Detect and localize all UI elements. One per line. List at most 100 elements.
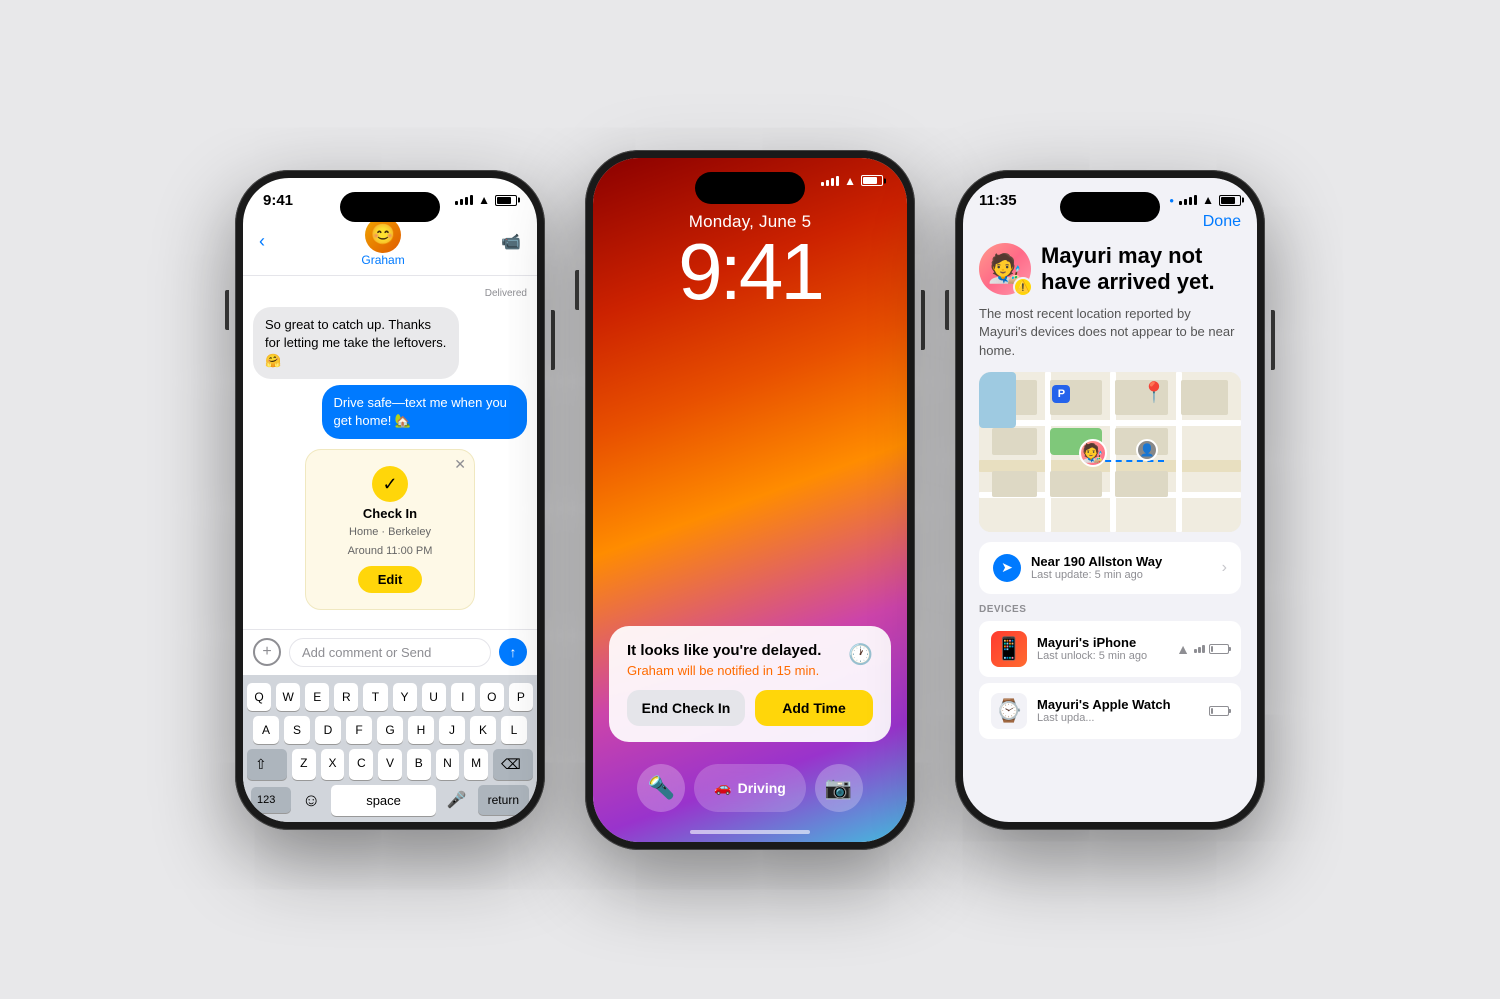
fm-bar-1 (1179, 201, 1182, 205)
add-time-button[interactable]: Add Time (755, 690, 873, 726)
notif-clock-icon: 🕐 (848, 642, 873, 667)
key-v[interactable]: V (378, 749, 402, 780)
map-block-9 (1115, 471, 1167, 497)
notification-card: 🕐 It looks like you're delayed. Graham w… (609, 626, 891, 742)
phones-container: 9:41 ▲ (235, 150, 1265, 850)
dynamic-island-1 (340, 192, 440, 222)
mic-key[interactable]: 🎤 (441, 786, 473, 814)
key-g[interactable]: G (377, 716, 403, 744)
key-b[interactable]: B (407, 749, 431, 780)
key-z[interactable]: Z (292, 749, 316, 780)
message-header: ‹ 😊 Graham 📹 (243, 213, 537, 276)
location-row[interactable]: ➤ Near 190 Allston Way Last update: 5 mi… (979, 542, 1241, 594)
findmy-screen: 11:35 ● ▲ (963, 178, 1257, 822)
key-q[interactable]: Q (247, 683, 271, 711)
key-n[interactable]: N (436, 749, 460, 780)
findmy-dot-icon: ● (1169, 196, 1174, 205)
space-key[interactable]: space (331, 785, 435, 816)
message-input[interactable]: Add comment or Send (289, 638, 491, 667)
key-r[interactable]: R (334, 683, 358, 711)
key-m[interactable]: M (464, 749, 488, 780)
bar-3 (465, 197, 468, 205)
keyboard-row-1: Q W E R T Y U I O P (247, 683, 533, 711)
findmy-header: 🧑‍🎨 ⚠️ Mayuri may not have arrived yet. … (963, 235, 1257, 372)
iphone-status: ▲ (1176, 641, 1229, 657)
key-a[interactable]: A (253, 716, 279, 744)
bar-1 (455, 201, 458, 205)
send-button[interactable]: ↑ (499, 638, 527, 666)
key-h[interactable]: H (408, 716, 434, 744)
key-f[interactable]: F (346, 716, 372, 744)
key-u[interactable]: U (422, 683, 446, 711)
add-attachment-button[interactable]: + (253, 638, 281, 666)
map-grid: P 🧑‍🎨 📍 👤 (979, 372, 1241, 532)
key-x[interactable]: X (321, 749, 345, 780)
key-i[interactable]: I (451, 683, 475, 711)
key-l[interactable]: L (501, 716, 527, 744)
key-k[interactable]: K (470, 716, 496, 744)
shift-key[interactable]: ⇧ (247, 749, 287, 780)
key-j[interactable]: J (439, 716, 465, 744)
watch-status (1209, 706, 1229, 716)
lock-battery-fill (863, 177, 877, 184)
map-block-4 (1181, 380, 1228, 415)
dynamic-island-3 (1060, 192, 1160, 222)
contact-avatar: 😊 (365, 217, 401, 253)
numbers-key[interactable]: 123 (251, 787, 291, 813)
lock-time: 9:41 (678, 232, 822, 312)
contact-name[interactable]: Graham (361, 253, 404, 267)
map-block-8 (1050, 471, 1102, 497)
checkin-edit-button[interactable]: Edit (358, 566, 423, 593)
l-bar-3 (831, 178, 834, 186)
checkin-close-icon[interactable]: ✕ (454, 456, 466, 473)
iphone-icon: 📱 (991, 631, 1027, 667)
watch-info: Mayuri's Apple Watch Last upda... (1037, 697, 1199, 724)
end-checkin-button[interactable]: End Check In (627, 690, 745, 726)
key-y[interactable]: Y (393, 683, 417, 711)
key-s[interactable]: S (284, 716, 310, 744)
keyboard: Q W E R T Y U I O P A S D (243, 675, 537, 822)
phone-1: 9:41 ▲ (235, 170, 545, 830)
dynamic-island-2 (695, 172, 805, 204)
l-bar-1 (821, 182, 824, 186)
key-e[interactable]: E (305, 683, 329, 711)
battery-icon-1 (495, 195, 517, 206)
back-button[interactable]: ‹ (259, 231, 265, 252)
fm-bar-4 (1194, 195, 1197, 205)
findmy-title: Mayuri may not have arrived yet. (1041, 243, 1241, 296)
key-p[interactable]: P (509, 683, 533, 711)
devices-section: DEVICES 📱 Mayuri's iPhone Last unlock: 5… (963, 604, 1257, 745)
key-o[interactable]: O (480, 683, 504, 711)
camera-button[interactable]: 📷 (815, 764, 863, 812)
fm-bar-2 (1184, 199, 1187, 205)
key-w[interactable]: W (276, 683, 300, 711)
video-call-button[interactable]: 📹 (501, 232, 521, 252)
lock-dock: 🔦 🚗 Driving 📷 (593, 764, 907, 812)
findmy-subtitle: The most recent location reported by May… (979, 305, 1241, 360)
done-button[interactable]: Done (1203, 213, 1241, 231)
watch-battery (1209, 706, 1229, 716)
delete-key[interactable]: ⌫ (493, 749, 533, 780)
location-info: Near 190 Allston Way Last update: 5 min … (1031, 554, 1212, 581)
key-t[interactable]: T (363, 683, 387, 711)
driving-mode-button[interactable]: 🚗 Driving (694, 764, 806, 812)
iphone-signal (1194, 645, 1205, 653)
lock-status-icons: ▲ (821, 174, 883, 188)
bar-2 (460, 199, 463, 205)
parking-icon: P (1052, 385, 1070, 403)
findmy-map[interactable]: P 🧑‍🎨 📍 👤 (979, 372, 1241, 532)
iphone-device-row: 📱 Mayuri's iPhone Last unlock: 5 min ago… (979, 621, 1241, 677)
keyboard-bottom-row: 123 ☺ space 🎤 return (247, 785, 533, 818)
messages-body: Delivered So great to catch up. Thanks f… (243, 276, 537, 629)
key-c[interactable]: C (349, 749, 373, 780)
battery-fill-1 (497, 197, 511, 204)
lock-time-area: Monday, June 5 9:41 (593, 192, 907, 312)
return-key[interactable]: return (478, 785, 529, 815)
lock-screen: ▲ Monday, June 5 9:41 🕐 It looks like yo… (593, 158, 907, 842)
s-bar-2 (1198, 647, 1201, 653)
keyboard-row-2: A S D F G H J K L (247, 716, 533, 744)
flashlight-button[interactable]: 🔦 (637, 764, 685, 812)
fm-bar-3 (1189, 197, 1192, 205)
emoji-key[interactable]: ☺ (296, 786, 326, 815)
key-d[interactable]: D (315, 716, 341, 744)
